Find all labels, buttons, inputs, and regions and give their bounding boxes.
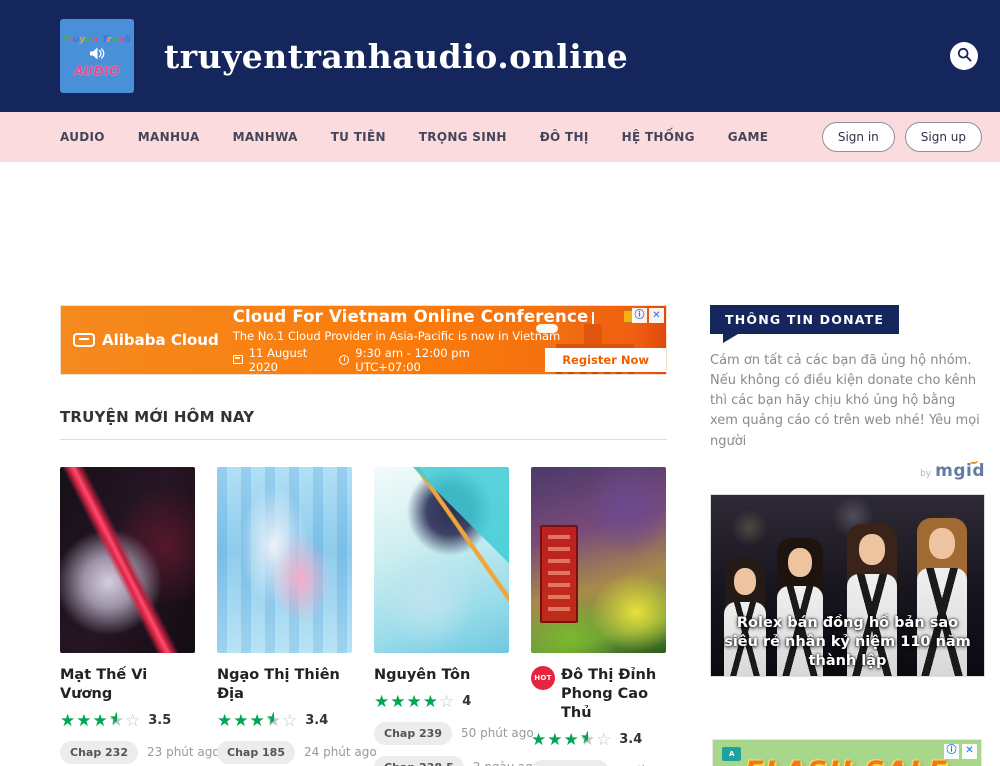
cover-calligraphy-box <box>540 525 578 623</box>
chapter-time: 2 ngày ago <box>473 760 540 766</box>
chapter-time: 24 phút ago <box>304 745 377 759</box>
alibaba-ad-banner[interactable]: Alibaba Cloud Cloud For Vietnam Online C… <box>60 305 667 375</box>
chapter-row: Chap 238.5 2 ngày ago <box>374 756 509 766</box>
sidebar: THÔNG TIN DONATE Cám ơn tất cả các bạn đ… <box>710 162 985 766</box>
sign-in-button[interactable]: Sign in <box>822 122 895 152</box>
clock-icon <box>339 355 349 365</box>
comic-title[interactable]: Đô Thị Đỉnh Phong Cao Thủ <box>561 666 666 723</box>
flash-sale-ad[interactable]: A FLASH SALE XEM NGAY ⓘ ✕ <box>712 739 982 766</box>
star-rating: ★★★★★☆ 3.5 <box>60 711 195 730</box>
rating-value: 3.5 <box>148 713 171 728</box>
comic-card: Nguyên Tôn ★★★★☆ 4 Chap 239 50 phút ago … <box>374 467 509 766</box>
comic-title[interactable]: Mạt Thế Vi Vương <box>60 666 195 704</box>
alibaba-cloud-logo: Alibaba Cloud <box>61 331 233 349</box>
comic-cover-image[interactable] <box>531 467 666 653</box>
hot-badge: HOT <box>531 666 555 690</box>
ad-time: 9:30 am - 12:00 pm UTC+07:00 <box>355 346 525 374</box>
chapter-row: Chap 232 23 phút ago <box>60 741 195 764</box>
search-button[interactable] <box>950 42 978 70</box>
mgid-logo: mgid <box>935 461 985 481</box>
calendar-icon <box>233 355 243 364</box>
nav-item-trong-sinh[interactable]: TRỌNG SINH <box>419 130 507 144</box>
chapter-row: Chap 185 24 phút ago <box>217 741 352 764</box>
donate-message: Cám ơn tất cả các bạn đã ủng hộ nhóm. Nế… <box>710 351 985 452</box>
speaker-icon <box>89 47 105 63</box>
site-logo[interactable]: Truyện Tranh AUDIO <box>60 19 134 93</box>
nav-item-game[interactable]: GAME <box>728 130 768 144</box>
ad-banner-text: Cloud For Vietnam Online Conference The … <box>233 307 666 374</box>
content-area: Alibaba Cloud Cloud For Vietnam Online C… <box>0 162 1000 766</box>
flash-ad-logo: A <box>722 747 741 761</box>
chapter-row: Chap 239 50 phút ago <box>374 722 509 745</box>
ad-date: 11 August 2020 <box>249 346 334 374</box>
ad-date-row: 11 August 2020 9:30 am - 12:00 pm UTC+07… <box>233 346 666 374</box>
rating-value: 4 <box>462 694 471 709</box>
nav-item-manhua[interactable]: MANHUA <box>138 130 200 144</box>
rating-value: 3.4 <box>619 732 642 747</box>
mgid-attribution[interactable]: by mgid <box>710 461 985 481</box>
comic-title[interactable]: Ngạo Thị Thiên Địa <box>217 666 352 704</box>
section-divider <box>60 439 667 440</box>
star-rating: ★★★★★☆ 3.4 <box>217 711 352 730</box>
native-ad-caption: Rolex bán đồng hồ bản sao siêu rẻ nhân k… <box>719 614 976 671</box>
ad-title: Cloud For Vietnam Online Conference <box>233 307 666 326</box>
ad-close-icon[interactable]: ✕ <box>649 308 664 323</box>
logo-audio-label: AUDIO <box>74 64 120 78</box>
ad-close-icon[interactable]: ✕ <box>962 744 977 759</box>
register-now-button[interactable]: Register Now <box>545 348 666 372</box>
mgid-tick-icon <box>970 457 979 464</box>
chapter-chip[interactable]: Chap 185 <box>217 741 295 764</box>
adchoices-info-icon[interactable]: ⓘ <box>632 308 647 323</box>
chapter-chip[interactable]: Chap 232 <box>60 741 138 764</box>
alibaba-logo-icon <box>73 333 95 347</box>
chapter-chip[interactable]: Chap 238.5 <box>374 756 464 766</box>
nav-item-audio[interactable]: AUDIO <box>60 130 105 144</box>
nav-item-he-thong[interactable]: HỆ THỐNG <box>622 130 695 144</box>
ad-subtitle: The No.1 Cloud Provider in Asia-Pacific … <box>233 329 666 343</box>
main-nav: AUDIO MANHUA MANHWA TU TIÊN TRỌNG SINH Đ… <box>0 112 1000 162</box>
star-rating: ★★★★★☆ 3.4 <box>531 730 666 749</box>
donate-heading-badge: THÔNG TIN DONATE <box>710 305 899 334</box>
site-title[interactable]: truyentranhaudio.online <box>164 37 628 76</box>
logo-wordmark: Truyện Tranh <box>63 35 131 45</box>
comic-card: Mạt Thế Vi Vương ★★★★★☆ 3.5 Chap 232 23 … <box>60 467 195 766</box>
comic-cover-image[interactable] <box>60 467 195 653</box>
nav-item-do-thi[interactable]: ĐÔ THỊ <box>540 130 589 144</box>
chapter-chip[interactable]: Chap 239 <box>374 722 452 745</box>
comic-title[interactable]: Nguyên Tôn <box>374 666 470 685</box>
rating-value: 3.4 <box>305 713 328 728</box>
alibaba-brand-label: Alibaba Cloud <box>102 331 219 349</box>
nav-item-tu-tien[interactable]: TU TIÊN <box>331 130 386 144</box>
chapter-chip[interactable]: Chap 132 <box>531 760 609 766</box>
native-ad-rolex[interactable]: Rolex bán đồng hồ bản sao siêu rẻ nhân k… <box>710 494 985 677</box>
comic-cover-image[interactable] <box>374 467 509 653</box>
mgid-by-label: by <box>920 469 931 479</box>
comic-card: Ngạo Thị Thiên Địa ★★★★★☆ 3.4 Chap 185 2… <box>217 467 352 766</box>
flash-sale-title: FLASH SALE <box>713 756 981 766</box>
chapter-time: 50 phút ago <box>461 726 534 740</box>
chapter-row: Chap 132 1 giờ ago <box>531 760 666 766</box>
comic-cover-image[interactable] <box>217 467 352 653</box>
star-rating: ★★★★☆ 4 <box>374 692 509 711</box>
comic-card-grid: Mạt Thế Vi Vương ★★★★★☆ 3.5 Chap 232 23 … <box>60 467 667 766</box>
adchoices-info-icon[interactable]: ⓘ <box>944 744 959 759</box>
site-header: Truyện Tranh AUDIO truyentranhaudio.onli… <box>0 0 1000 112</box>
main-column: Alibaba Cloud Cloud For Vietnam Online C… <box>60 162 667 766</box>
comic-card: HOT Đô Thị Đỉnh Phong Cao Thủ ★★★★★☆ 3.4… <box>531 467 666 766</box>
nav-item-manhwa[interactable]: MANHWA <box>233 130 298 144</box>
sign-up-button[interactable]: Sign up <box>905 122 982 152</box>
chapter-time: 23 phút ago <box>147 745 220 759</box>
search-icon <box>957 47 972 66</box>
section-title-new-today: TRUYỆN MỚI HÔM NAY <box>60 408 667 426</box>
